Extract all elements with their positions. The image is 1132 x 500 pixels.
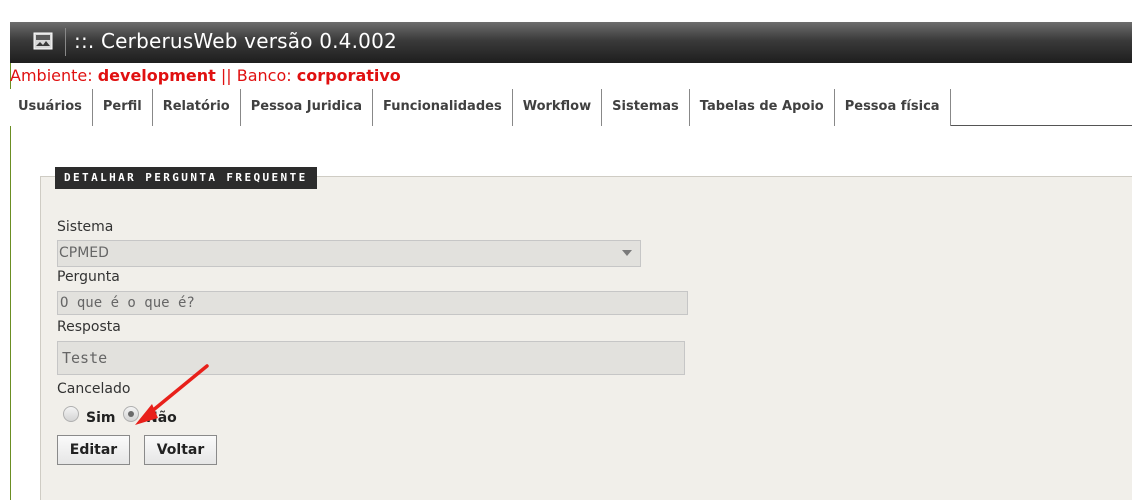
form-legend: DETALHAR PERGUNTA FREQUENTE [55, 167, 317, 189]
db-label: Banco: [236, 66, 297, 85]
radio-nao-label: Não [146, 410, 177, 426]
chevron-down-icon [622, 250, 632, 256]
pergunta-label: Pergunta [57, 269, 120, 285]
window-title: ::. CerberusWeb versão 0.4.002 [74, 29, 397, 53]
menu-item-pessoa-juridica[interactable]: Pessoa Juridica [240, 89, 373, 126]
menu-item-funcionalidades[interactable]: Funcionalidades [372, 89, 513, 126]
app-window-icon [32, 30, 54, 52]
menu-item-relatorio[interactable]: Relatório [152, 89, 241, 126]
back-button[interactable]: Voltar [144, 435, 217, 465]
title-bar: ::. CerberusWeb versão 0.4.002 [10, 22, 1132, 63]
menu-item-pessoa-fisica[interactable]: Pessoa física [834, 89, 951, 126]
title-separator [65, 28, 66, 56]
pergunta-input[interactable] [57, 291, 688, 315]
menu-item-usuarios[interactable]: Usuários [10, 89, 93, 126]
resposta-textarea[interactable] [57, 341, 685, 375]
sistema-label: Sistema [57, 219, 114, 235]
menu-item-workflow[interactable]: Workflow [512, 89, 603, 126]
radio-sim-label: Sim [86, 410, 116, 426]
menu-item-sistemas[interactable]: Sistemas [602, 89, 690, 126]
environment-line: Ambiente: development || Banco: corporat… [10, 64, 401, 88]
main-menu: Usuários Perfil Relatório Pessoa Juridic… [10, 89, 1132, 126]
resposta-label: Resposta [57, 319, 121, 335]
db-value: corporativo [296, 66, 401, 85]
env-value: development [97, 66, 216, 85]
radio-nao[interactable] [123, 406, 139, 422]
env-separator: || [215, 66, 237, 85]
radio-sim[interactable] [63, 406, 79, 422]
edit-button[interactable]: Editar [57, 435, 130, 465]
sistema-selected-value: CPMED [59, 245, 109, 261]
sistema-select[interactable]: CPMED [57, 240, 641, 267]
env-label: Ambiente: [10, 66, 98, 85]
cancelado-label: Cancelado [57, 381, 131, 397]
menu-item-perfil[interactable]: Perfil [92, 89, 153, 126]
menu-item-tabelas-de-apoio[interactable]: Tabelas de Apoio [689, 89, 835, 126]
